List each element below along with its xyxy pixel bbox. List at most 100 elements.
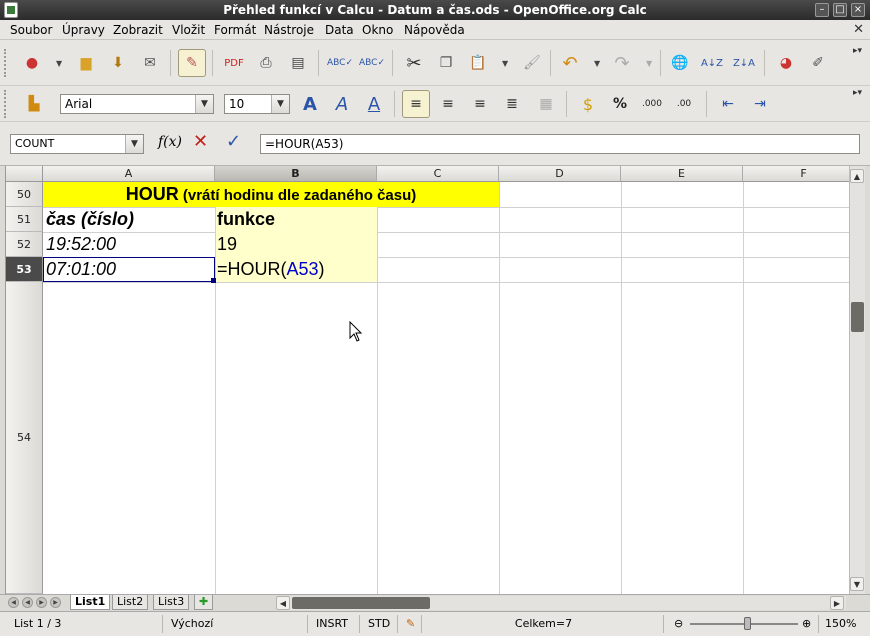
export-pdf-icon[interactable]: PDF xyxy=(220,49,248,77)
cell-b51[interactable]: funkce xyxy=(216,207,377,232)
decrease-indent-icon[interactable]: ⇤ xyxy=(714,90,742,118)
column-header-b[interactable]: B xyxy=(215,166,377,182)
horizontal-scrollbar[interactable]: ◀ ▶ xyxy=(276,596,846,610)
menu-napoveda[interactable]: Nápověda xyxy=(404,23,465,37)
open-folder-icon[interactable]: ▆ xyxy=(72,49,100,77)
menu-nastroje[interactable]: Nástroje xyxy=(264,23,314,37)
sheet-tab-list2[interactable]: List2 xyxy=(112,595,149,610)
new-document-icon[interactable]: ● xyxy=(18,49,46,77)
undo-dropdown-icon[interactable]: ▼ xyxy=(594,59,600,68)
undo-icon[interactable]: ↶ xyxy=(556,49,584,77)
column-header-e[interactable]: E xyxy=(621,166,743,182)
menu-okno[interactable]: Okno xyxy=(362,23,393,37)
redo-icon[interactable]: ↷ xyxy=(608,49,636,77)
justify-icon[interactable]: ≣ xyxy=(498,90,526,118)
vertical-scroll-thumb[interactable] xyxy=(851,302,864,332)
chevron-down-icon[interactable]: ▼ xyxy=(195,95,213,113)
zoom-slider-knob[interactable] xyxy=(744,617,751,630)
row-header-52[interactable]: 52 xyxy=(6,232,43,257)
underline-icon[interactable]: A xyxy=(360,90,388,118)
sheet-tab-list1[interactable]: List1 xyxy=(70,595,111,610)
vertical-scrollbar[interactable]: ▲ ▼ xyxy=(849,166,865,594)
previous-sheet-icon[interactable]: ◀ xyxy=(22,597,33,608)
minimize-button[interactable]: – xyxy=(815,3,829,17)
chevron-down-icon[interactable]: ▼ xyxy=(125,135,143,153)
row-header-51[interactable]: 51 xyxy=(6,207,43,232)
spellcheck-icon[interactable]: ABC✓ xyxy=(326,49,354,77)
sheet-indicator[interactable]: List 1 / 3 xyxy=(8,615,163,633)
cell-a51[interactable]: čas (číslo) xyxy=(44,207,215,232)
merge-cells-icon[interactable]: ▦ xyxy=(532,90,560,118)
spreadsheet-grid[interactable]: A B C D E F 50 51 52 53 54 HOUR (vrátí h… xyxy=(5,166,849,594)
align-left-icon[interactable]: ≡ xyxy=(402,90,430,118)
toolbar-overflow-icon[interactable]: ▸▾ xyxy=(853,46,862,56)
email-icon[interactable]: ✉ xyxy=(136,49,164,77)
hyperlink-icon[interactable]: 🌐 xyxy=(666,49,694,77)
toolbar-overflow-icon[interactable]: ▸▾ xyxy=(853,88,862,98)
scroll-up-icon[interactable]: ▲ xyxy=(850,169,864,183)
save-icon[interactable]: ⬇ xyxy=(104,49,132,77)
add-sheet-icon[interactable]: ✚ xyxy=(194,595,214,610)
function-wizard-icon[interactable]: f(x) xyxy=(158,134,182,150)
column-header-d[interactable]: D xyxy=(499,166,621,182)
maximize-button[interactable]: □ xyxy=(833,3,847,17)
bold-icon[interactable]: A xyxy=(296,90,324,118)
row-header-50[interactable]: 50 xyxy=(6,182,43,207)
toolbar-handle[interactable] xyxy=(4,49,9,77)
new-dropdown-icon[interactable]: ▼ xyxy=(56,59,62,68)
formula-input[interactable]: =HOUR(A53) xyxy=(260,134,860,154)
font-size-combo[interactable]: 10 ▼ xyxy=(224,94,290,114)
paste-icon[interactable]: 📋 xyxy=(464,49,492,77)
page-style[interactable]: Výchozí xyxy=(165,615,308,633)
accept-icon[interactable]: ✓ xyxy=(226,131,241,152)
column-header-f[interactable]: F xyxy=(743,166,849,182)
add-decimal-icon[interactable]: .00 xyxy=(670,90,698,118)
autospell-icon[interactable]: ABC✓ xyxy=(358,49,386,77)
increase-indent-icon[interactable]: ⇥ xyxy=(746,90,774,118)
cell-a53[interactable]: 07:01:00 xyxy=(43,257,215,282)
cell-b53-editing[interactable]: =HOUR(A53) xyxy=(216,257,377,282)
menu-zobrazit[interactable]: Zobrazit xyxy=(113,23,163,37)
currency-format-icon[interactable]: $ xyxy=(574,90,602,118)
redo-dropdown-icon[interactable]: ▼ xyxy=(646,59,652,68)
first-sheet-icon[interactable]: ◀ xyxy=(8,597,19,608)
horizontal-scroll-thumb[interactable] xyxy=(292,597,430,609)
toolbar-handle[interactable] xyxy=(4,90,9,118)
row-header-54[interactable]: 54 xyxy=(6,282,43,594)
cut-icon[interactable]: ✂ xyxy=(400,49,428,77)
paste-dropdown-icon[interactable]: ▼ xyxy=(502,59,508,68)
row-header-53[interactable]: 53 xyxy=(6,257,43,282)
italic-icon[interactable]: A xyxy=(328,90,356,118)
insert-mode[interactable]: INSRT xyxy=(310,615,360,633)
last-sheet-icon[interactable]: ▶ xyxy=(50,597,61,608)
chart-icon[interactable]: ◕ xyxy=(772,49,800,77)
align-center-icon[interactable]: ≡ xyxy=(434,90,462,118)
selection-mode[interactable]: STD xyxy=(362,615,398,633)
cell-b52[interactable]: 19 xyxy=(216,232,377,257)
zoom-value[interactable]: 150% xyxy=(818,615,868,633)
zoom-in-icon[interactable]: ⊕ xyxy=(802,617,811,630)
copy-icon[interactable]: ❐ xyxy=(432,49,460,77)
close-document-icon[interactable]: ✕ xyxy=(853,22,864,37)
print-preview-icon[interactable]: ▤ xyxy=(284,49,312,77)
sort-ascending-icon[interactable]: A↓Z xyxy=(698,49,726,77)
menu-format[interactable]: Formát xyxy=(214,23,256,37)
font-name-combo[interactable]: Arial ▼ xyxy=(60,94,214,114)
column-header-c[interactable]: C xyxy=(377,166,499,182)
chevron-down-icon[interactable]: ▼ xyxy=(271,95,289,113)
cell-a52[interactable]: 19:52:00 xyxy=(44,232,215,257)
edit-file-icon[interactable]: ✎ xyxy=(178,49,206,77)
select-all-corner[interactable] xyxy=(6,166,43,182)
document-modified-icon[interactable]: ✎ xyxy=(400,615,422,633)
scroll-down-icon[interactable]: ▼ xyxy=(850,577,864,591)
print-icon[interactable]: ⎙ xyxy=(252,49,280,77)
menu-vlozit[interactable]: Vložit xyxy=(172,23,205,37)
name-box[interactable]: COUNT ▼ xyxy=(10,134,144,154)
cancel-icon[interactable]: ✕ xyxy=(193,131,208,152)
cell-a50-title[interactable]: HOUR (vrátí hodinu dle zadaného času) xyxy=(43,182,499,207)
menu-upravy[interactable]: Úpravy xyxy=(62,23,105,37)
scroll-right-icon[interactable]: ▶ xyxy=(830,596,844,610)
next-sheet-icon[interactable]: ▶ xyxy=(36,597,47,608)
close-window-button[interactable]: × xyxy=(851,3,865,17)
draw-functions-icon[interactable]: ✐ xyxy=(804,49,832,77)
